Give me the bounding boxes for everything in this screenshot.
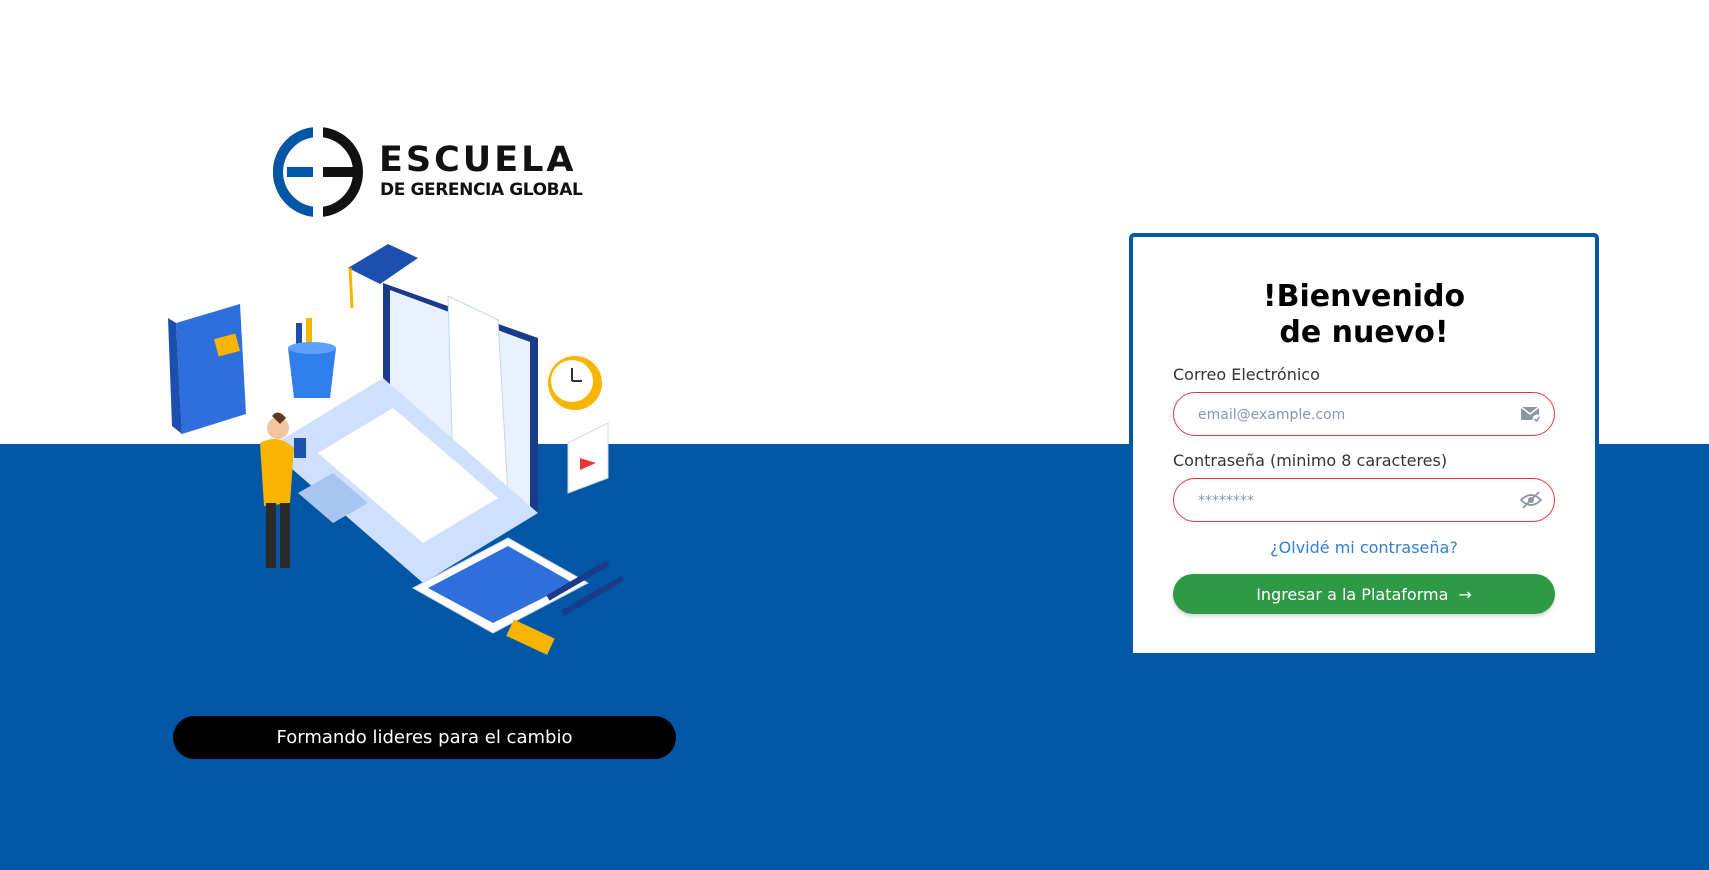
book-icon bbox=[168, 304, 246, 434]
eye-off-icon[interactable] bbox=[1520, 490, 1542, 510]
mail-check-icon bbox=[1520, 406, 1542, 424]
forgot-password-link[interactable]: ¿Olvidé mi contraseña? bbox=[1133, 538, 1595, 557]
brand-name-line2: DE GERENCIA GLOBAL bbox=[380, 180, 583, 200]
video-play-icon bbox=[567, 422, 609, 494]
login-card: !Bienvenido de nuevo! Correo Electrónico… bbox=[1129, 233, 1599, 653]
welcome-title: !Bienvenido de nuevo! bbox=[1133, 279, 1595, 351]
login-submit-label: Ingresar a la Plataforma bbox=[1256, 584, 1449, 604]
education-illustration bbox=[168, 244, 625, 655]
brand-logo: ESCUELA DE GERENCIA GLOBAL bbox=[273, 127, 593, 217]
slogan-banner: Formando lideres para el cambio bbox=[173, 716, 676, 759]
brand-name-line1: ESCUELA bbox=[379, 140, 577, 180]
clock-icon bbox=[548, 356, 602, 410]
password-label: Contraseña (minimo 8 caracteres) bbox=[1173, 451, 1448, 470]
password-field-container bbox=[1173, 478, 1555, 523]
login-submit-button[interactable]: Ingresar a la Plataforma → bbox=[1173, 574, 1555, 614]
email-field-container bbox=[1173, 392, 1555, 437]
email-label: Correo Electrónico bbox=[1173, 365, 1320, 384]
arrow-right-icon: → bbox=[1458, 584, 1472, 604]
logo-mark-icon bbox=[273, 127, 363, 217]
pencil-cup-icon bbox=[288, 318, 336, 398]
welcome-title-line2: de nuevo! bbox=[1279, 315, 1449, 350]
welcome-title-line1: !Bienvenido bbox=[1262, 279, 1466, 314]
password-input[interactable] bbox=[1196, 479, 1510, 523]
email-input[interactable] bbox=[1196, 393, 1510, 437]
